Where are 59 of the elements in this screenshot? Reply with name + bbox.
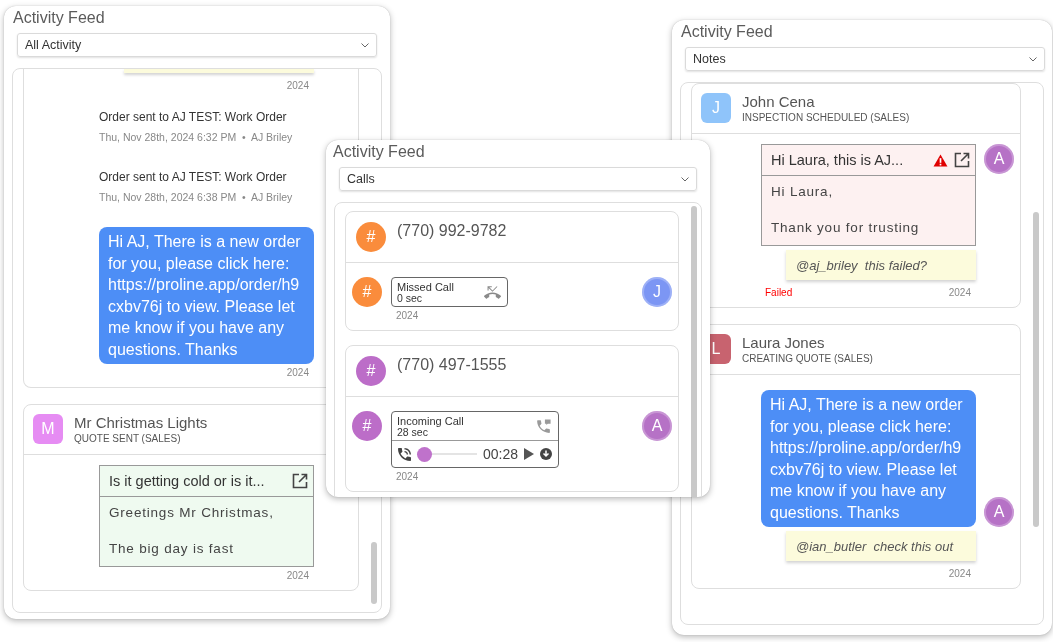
avatar: # [352, 411, 382, 441]
phone-number: (770) 992-9782 [397, 222, 507, 240]
avatar: J [642, 277, 672, 307]
scrollbar-thumb[interactable] [1033, 211, 1039, 528]
play-icon[interactable] [524, 448, 535, 460]
warning-icon [933, 153, 948, 167]
message-bubble: Hi AJ, There is a new order for you, please click here: https://proline.app/order/h9cxbv76j to view. Please let me know if you have any questions. Thanks [761, 390, 976, 527]
email-text: Hi Laura, [771, 183, 834, 201]
scrollbar-thumb[interactable] [691, 206, 697, 497]
avatar: # [356, 222, 386, 252]
date-label: 2024 [395, 471, 420, 483]
panel-title: Activity Feed [13, 9, 105, 27]
chevron-down-icon [1029, 56, 1037, 62]
email-text: Thank you for trusting [771, 219, 921, 237]
slider-thumb[interactable] [417, 446, 432, 462]
phone-waves-icon [398, 447, 411, 461]
contact-name: John Cena [742, 93, 816, 110]
email-subject: Is it getting cold or is it... [109, 473, 266, 489]
stage-label: QUOTE SENT (SALES) [74, 433, 182, 445]
email-subject: Hi Laura, this is AJ... [771, 152, 905, 168]
date-label: 2024 [948, 287, 971, 299]
email-text: Greetings Mr Christmas, [109, 504, 275, 522]
email-text: The big day is fast [109, 540, 235, 558]
call-duration: 0 sec [397, 292, 424, 304]
recording-time: 00:28 [483, 446, 519, 462]
call-type: Missed Call [397, 280, 454, 293]
scrollbar-thumb[interactable] [371, 541, 377, 604]
call-type: Incoming Call [397, 414, 464, 427]
call-duration: 28 sec [397, 426, 428, 438]
sticky-note: @aj_briley this failed? [786, 250, 976, 280]
filter-dropdown[interactable]: Notes [685, 47, 1045, 71]
avatar: A [984, 497, 1014, 527]
date-label: 2024 [395, 310, 420, 322]
filter-dropdown[interactable]: All Activity [17, 33, 377, 57]
date-label: 2024 [948, 568, 971, 580]
status-label: Failed [765, 287, 793, 299]
external-link-icon[interactable] [954, 152, 970, 168]
contact-name: Mr Christmas Lights [74, 414, 208, 431]
stage-label: CREATING QUOTE (SALES) [742, 353, 873, 365]
missed-call-icon [484, 283, 501, 301]
phone-message-icon [535, 417, 553, 435]
chevron-down-icon [681, 176, 689, 182]
stage-label: INSPECTION SCHEDULED (SALES) [742, 112, 910, 124]
panel-title: Activity Feed [333, 143, 425, 161]
avatar: # [356, 356, 386, 386]
avatar: A [984, 144, 1014, 174]
date-label: 2024 [286, 570, 309, 582]
filter-dropdown[interactable]: Calls [339, 167, 697, 191]
external-link-icon[interactable] [292, 473, 308, 489]
chevron-down-icon [361, 42, 369, 48]
panel-title: Activity Feed [681, 23, 773, 41]
avatar: # [352, 277, 382, 307]
phone-number: (770) 497-1555 [397, 356, 507, 374]
contact-name: Laura Jones [742, 334, 826, 351]
avatar: A [642, 411, 672, 441]
avatar: M [33, 414, 63, 444]
avatar: J [701, 93, 731, 123]
download-icon[interactable] [540, 448, 553, 460]
sticky-note: @ian_butler check this out [786, 531, 976, 561]
